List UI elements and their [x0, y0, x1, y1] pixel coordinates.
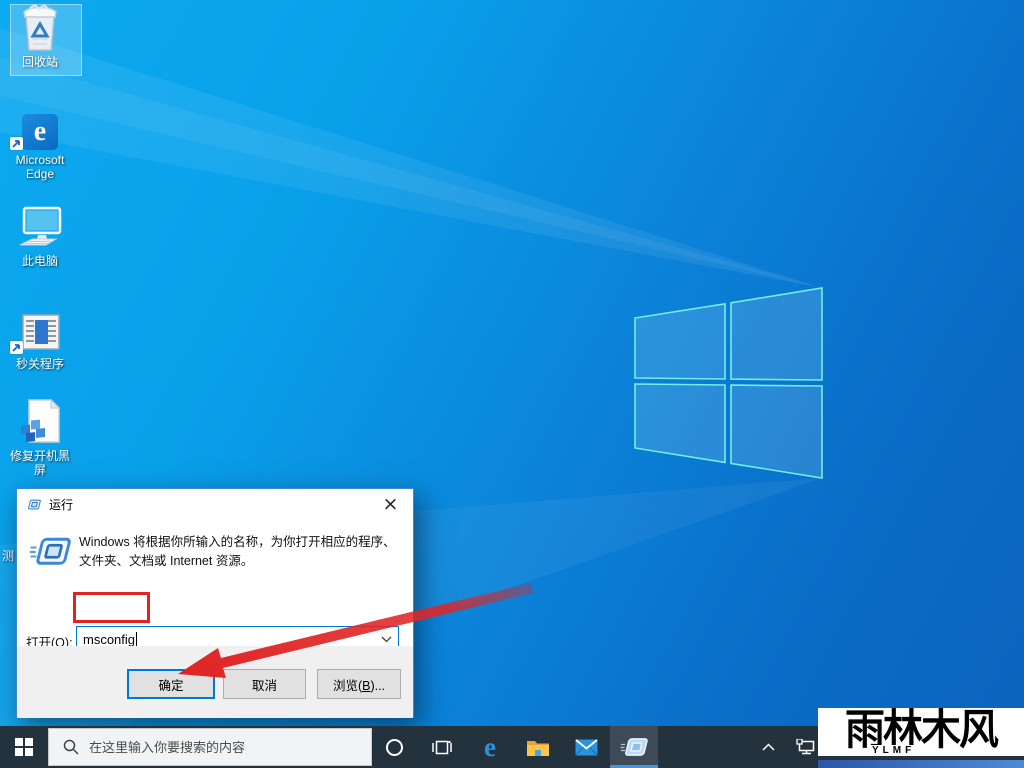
file-explorer-icon	[526, 738, 550, 757]
shortcut-arrow-icon	[10, 137, 23, 150]
run-icon	[29, 535, 71, 569]
icon-label: 修复开机黑屏	[8, 449, 72, 477]
ylmf-watermark: 雨林木风 YLMF	[818, 708, 1024, 756]
desktop-icon-recycle-bin[interactable]: 回收站	[8, 4, 72, 69]
watermark-text: 雨林木风	[823, 708, 1019, 754]
edge-icon: e	[484, 727, 496, 767]
taskbar-run-app-button[interactable]	[610, 726, 658, 768]
icon-label: 秒关程序	[8, 357, 72, 371]
desktop-icon-microsoft-edge[interactable]: e Microsoft Edge	[8, 102, 72, 181]
task-view-button[interactable]	[418, 726, 466, 768]
chevron-down-icon[interactable]	[381, 636, 392, 643]
open-combobox-value: msconfig	[83, 632, 135, 647]
run-dialog-title: 运行	[49, 496, 73, 513]
cortana-button[interactable]	[370, 726, 418, 768]
desktop: 回收站 e Microsoft Edge 此电脑	[0, 0, 1024, 768]
ok-button[interactable]: 确定	[127, 669, 215, 699]
search-input[interactable]	[89, 740, 349, 755]
edge-icon: e	[8, 102, 72, 150]
icon-label: 此电脑	[8, 254, 72, 268]
windows-start-icon	[15, 738, 33, 756]
start-button[interactable]	[0, 726, 48, 768]
run-dialog-body: Windows 将根据你所输入的名称，为你打开相应的程序、 文件夹、文档或 In…	[17, 519, 413, 646]
watermark-subtext: YLMF	[870, 745, 917, 756]
taskbar-search-box[interactable]	[48, 728, 372, 766]
desktop-icon-partial-label[interactable]: 测	[2, 547, 15, 564]
cortana-icon	[385, 738, 404, 757]
taskbar-mail-button[interactable]	[562, 726, 610, 768]
network-icon	[796, 739, 816, 755]
task-view-icon	[432, 739, 452, 756]
run-window-icon	[26, 498, 41, 511]
close-icon[interactable]: ×	[368, 489, 413, 518]
mail-icon	[575, 739, 598, 756]
recycle-bin-icon	[8, 4, 72, 52]
program-window-icon	[8, 306, 72, 354]
watermark-blue-strip	[818, 760, 1024, 768]
registry-file-icon	[8, 398, 72, 446]
this-pc-icon	[8, 203, 72, 251]
shortcut-arrow-icon	[10, 341, 23, 354]
taskbar-edge-button[interactable]: e	[466, 726, 514, 768]
taskbar-file-explorer-button[interactable]	[514, 726, 562, 768]
windows-wallpaper-logo-icon	[630, 283, 826, 483]
browse-button[interactable]: 浏览(B)...	[317, 669, 401, 699]
icon-label: Microsoft	[8, 153, 72, 167]
run-dialog-titlebar[interactable]: 运行 ×	[17, 489, 413, 519]
cancel-button[interactable]: 取消	[223, 669, 306, 699]
icon-label: Edge	[8, 167, 72, 181]
run-dialog-message: Windows 将根据你所输入的名称，为你打开相应的程序、 文件夹、文档或 In…	[79, 533, 409, 571]
desktop-icon-quick-close-program[interactable]: 秒关程序	[8, 306, 72, 371]
chevron-up-icon	[762, 743, 775, 751]
run-dialog-window: 运行 × Windows 将根据你所输入的名称，为你打开相应的程序、 文件夹、文…	[16, 488, 414, 717]
tray-show-hidden-icons-button[interactable]	[748, 726, 788, 768]
run-dialog-footer: 确定 取消 浏览(B)...	[17, 646, 413, 718]
desktop-icon-this-pc[interactable]: 此电脑	[8, 203, 72, 268]
search-icon	[63, 739, 79, 755]
desktop-icon-fix-boot-black-screen[interactable]: 修复开机黑屏	[8, 398, 72, 477]
run-icon	[620, 736, 648, 759]
